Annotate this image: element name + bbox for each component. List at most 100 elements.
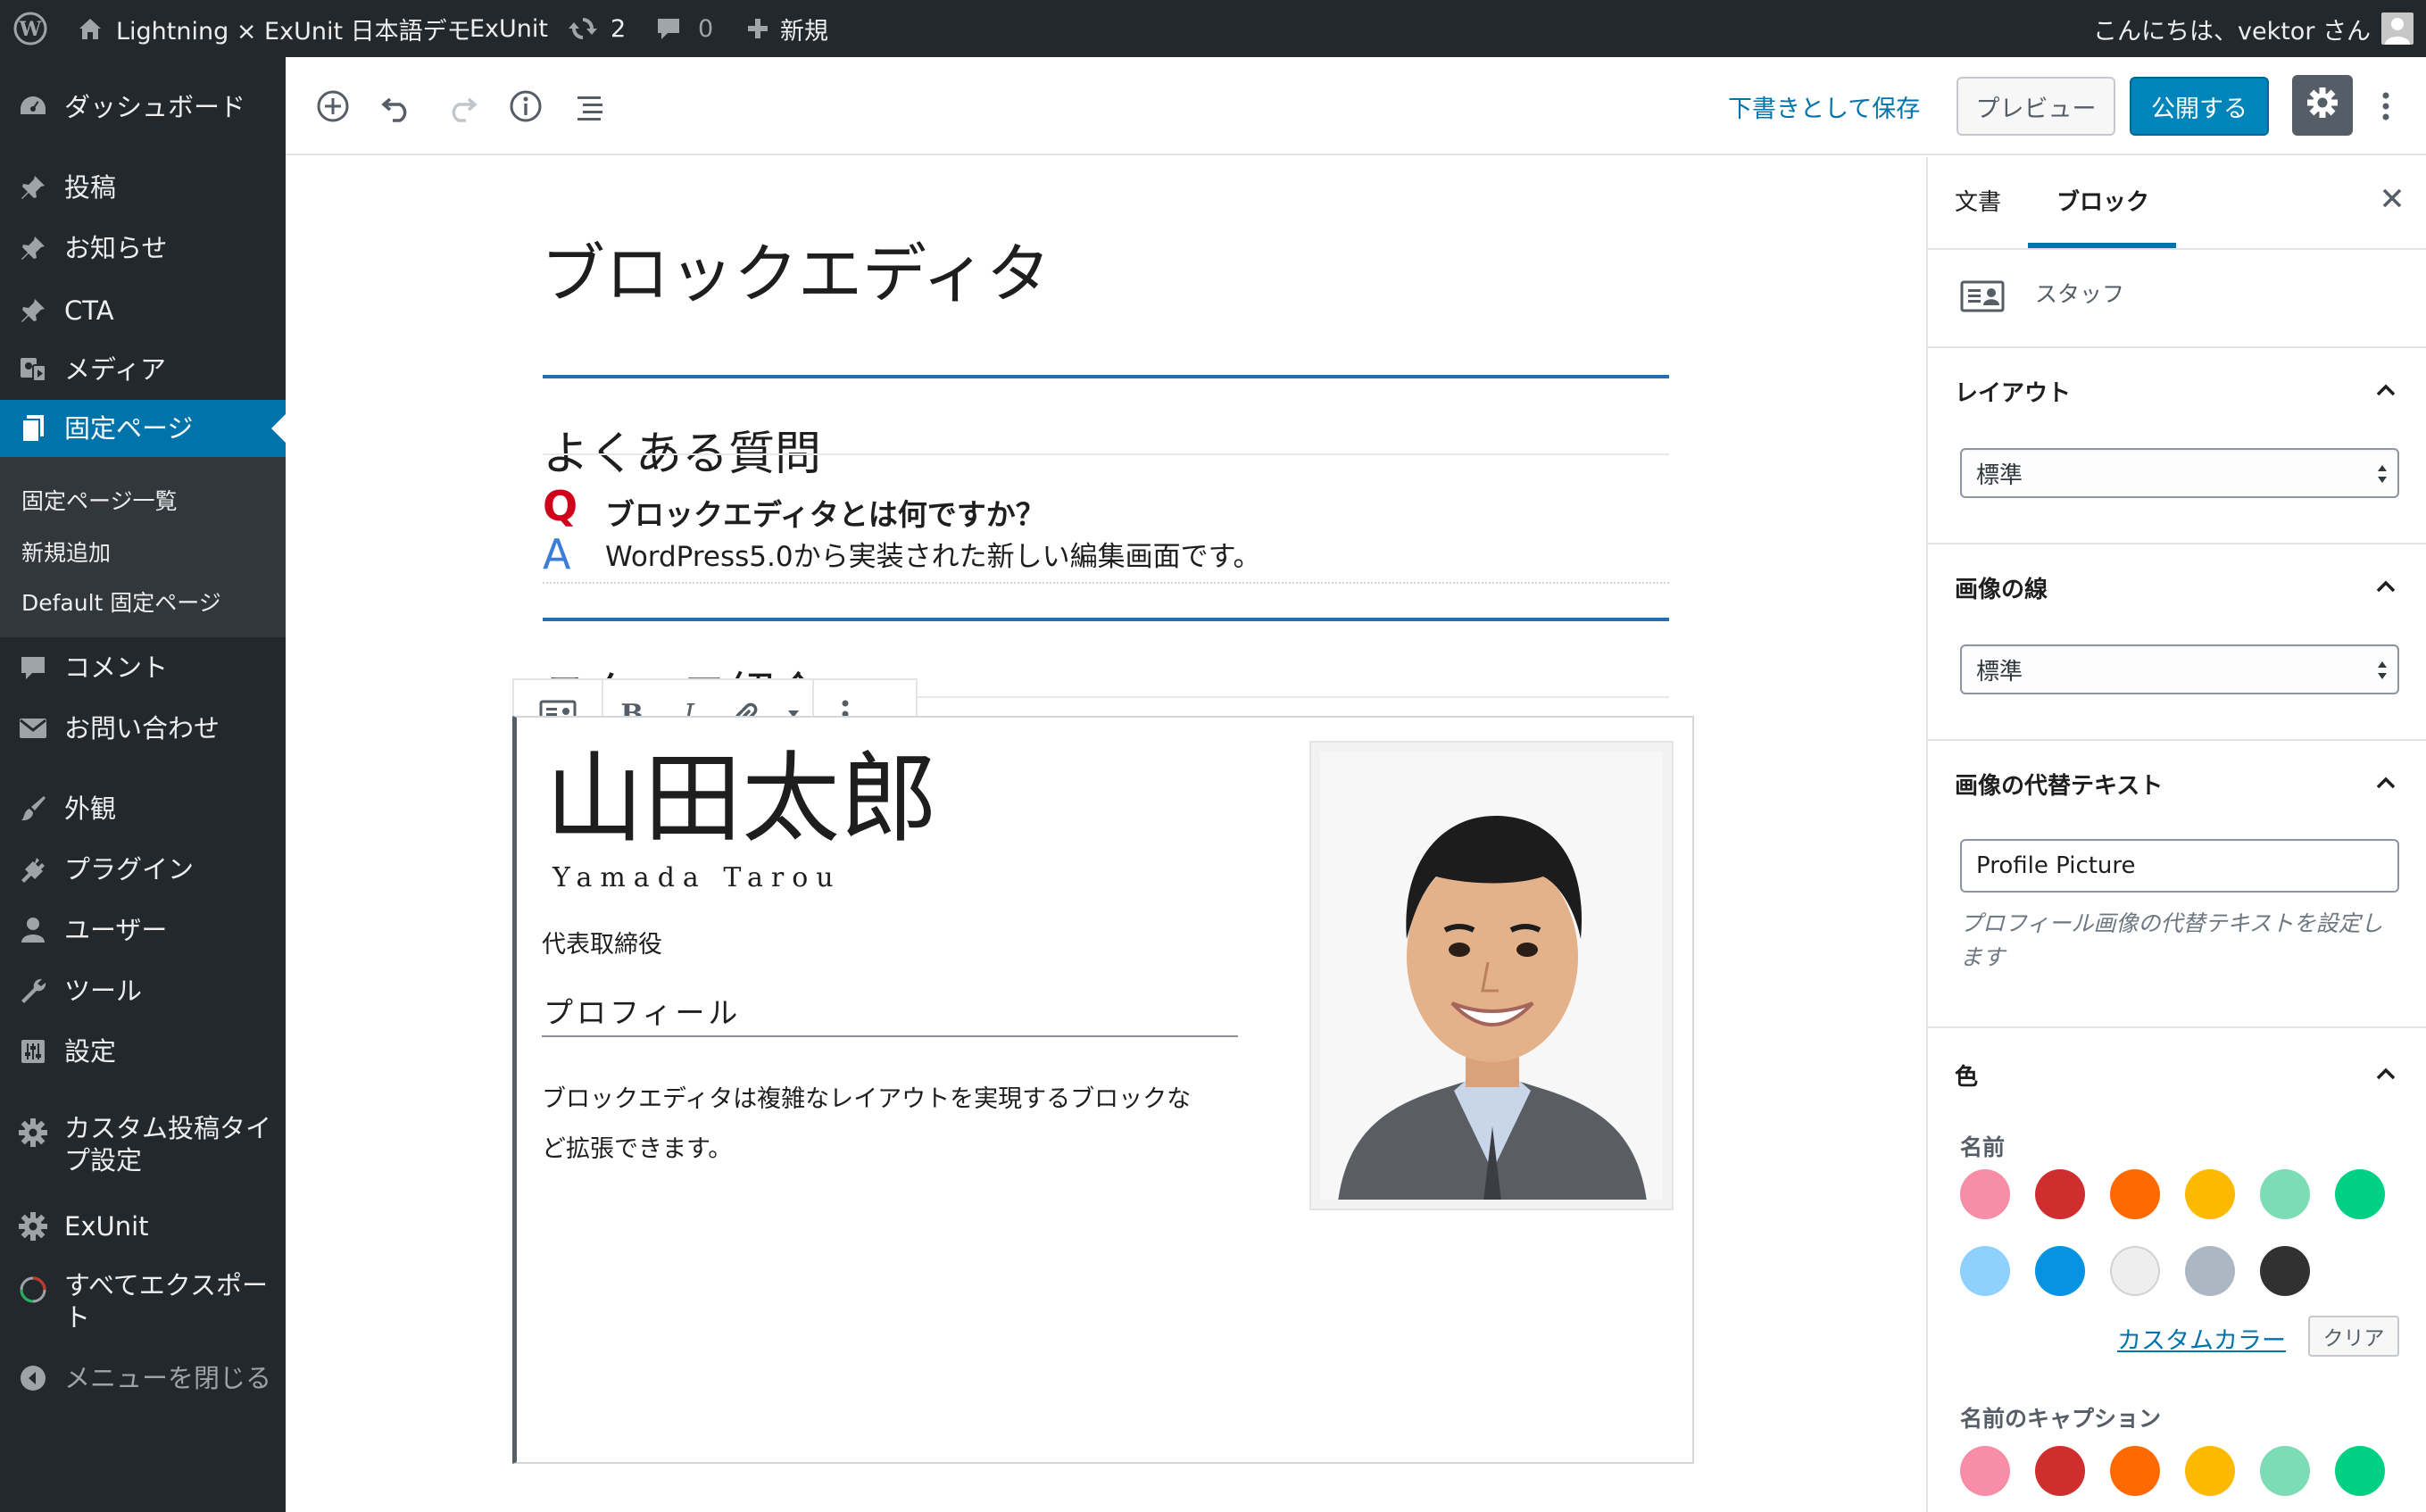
user-greeting[interactable]: こんにちは、vektor さん bbox=[2093, 0, 2371, 57]
add-block-plus-icon[interactable] bbox=[312, 86, 353, 127]
color-swatch[interactable] bbox=[2185, 1169, 2235, 1219]
profile-text[interactable]: ブロックエディタは複雑なレイアウトを実現するブロックな ど拡張できます。 bbox=[542, 1075, 1191, 1175]
staff-block[interactable]: 山田太郎 Yamada Tarou 代表取締役 プロフィール ブロックエディタは… bbox=[512, 716, 1694, 1464]
menu-item-exunit[interactable]: ExUnit bbox=[0, 1205, 286, 1248]
comments-link[interactable]: 0 bbox=[655, 0, 713, 57]
chevron-up-icon[interactable] bbox=[2372, 573, 2399, 600]
custom-color-link[interactable]: カスタムカラー bbox=[2117, 1321, 2286, 1356]
menu-item-users[interactable]: ユーザー bbox=[0, 909, 286, 951]
profile-text-line1: ブロックエディタは複雑なレイアウトを実現するブロックな bbox=[542, 1085, 1192, 1113]
pages-icon bbox=[16, 411, 50, 445]
alt-text-input[interactable]: Profile Picture bbox=[1960, 839, 2399, 893]
submenu-add-new[interactable]: 新規追加 bbox=[21, 536, 111, 568]
select-updown-icon bbox=[2376, 657, 2389, 690]
menu-label-export-all: すべてエクスポート bbox=[64, 1269, 268, 1333]
color-swatch[interactable] bbox=[2335, 1169, 2385, 1219]
tab-block[interactable]: ブロック bbox=[2056, 184, 2149, 217]
more-options-vertical-icon[interactable] bbox=[2365, 86, 2406, 127]
wordpress-logo-icon[interactable]: W bbox=[12, 0, 48, 57]
new-content-link[interactable]: 新規 bbox=[746, 0, 828, 57]
layout-panel-title[interactable]: レイアウト bbox=[1955, 375, 2071, 408]
submenu-all-pages[interactable]: 固定ページ一覧 bbox=[21, 484, 178, 516]
color-swatch[interactable] bbox=[1960, 1246, 2010, 1296]
color-swatch[interactable] bbox=[2035, 1446, 2085, 1496]
close-sidebar-icon[interactable] bbox=[2380, 186, 2405, 211]
menu-item-tools[interactable]: ツール bbox=[0, 969, 286, 1012]
menu-item-dashboard[interactable]: ダッシュボード bbox=[0, 86, 286, 129]
layout-panel-divider bbox=[1928, 543, 2426, 544]
collapse-menu-button[interactable]: メニューを閉じる bbox=[0, 1357, 286, 1400]
settings-toggle-button[interactable] bbox=[2292, 75, 2353, 136]
block-card-divider bbox=[1928, 346, 2426, 348]
menu-item-pages[interactable]: 固定ページ bbox=[0, 400, 286, 457]
color-swatch[interactable] bbox=[2035, 1169, 2085, 1219]
staff-role[interactable]: 代表取締役 bbox=[542, 925, 662, 960]
exunit-menu-link[interactable]: ExUnit bbox=[469, 0, 548, 57]
color-swatch[interactable] bbox=[2110, 1169, 2160, 1219]
menu-item-plugins[interactable]: プラグイン bbox=[0, 848, 286, 891]
media-icon bbox=[16, 353, 50, 386]
gear-icon bbox=[16, 1209, 50, 1243]
sliders-icon bbox=[16, 1034, 50, 1068]
menu-item-contact[interactable]: お問い合わせ bbox=[0, 707, 286, 750]
menu-item-comments[interactable]: コメント bbox=[0, 646, 286, 689]
info-icon[interactable] bbox=[505, 86, 546, 127]
menu-label-settings: 設定 bbox=[64, 1036, 117, 1067]
preview-button[interactable]: プレビュー bbox=[1957, 77, 2115, 136]
svg-text:W: W bbox=[19, 18, 42, 41]
profile-photo-frame[interactable] bbox=[1309, 741, 1674, 1210]
color-swatch[interactable] bbox=[1960, 1446, 2010, 1496]
profile-heading[interactable]: プロフィール bbox=[544, 989, 741, 1032]
menu-item-news[interactable]: お知らせ bbox=[0, 227, 286, 270]
menu-label-users: ユーザー bbox=[64, 915, 168, 945]
layout-select[interactable]: 標準 bbox=[1960, 448, 2399, 498]
menu-item-custom-post-type[interactable]: カスタム投稿タイ プ設定 bbox=[0, 1112, 286, 1180]
undo-icon[interactable] bbox=[377, 86, 418, 127]
menu-label-dashboard: ダッシュボード bbox=[64, 92, 246, 122]
clear-color-button[interactable]: クリア bbox=[2308, 1316, 2399, 1357]
color-swatch[interactable] bbox=[2260, 1446, 2310, 1496]
color-swatch[interactable] bbox=[2110, 1446, 2160, 1496]
chevron-up-icon[interactable] bbox=[2372, 769, 2399, 796]
pushpin-icon bbox=[16, 294, 50, 328]
save-draft-button[interactable]: 下書きとして保存 bbox=[1728, 86, 1920, 127]
color-swatch[interactable] bbox=[2185, 1246, 2235, 1296]
block-navigation-icon[interactable] bbox=[569, 86, 611, 127]
menu-label-export-line1: すべてエクスポー bbox=[64, 1270, 268, 1300]
collapse-arrow-icon bbox=[16, 1361, 50, 1395]
staff-name[interactable]: 山田太郎 bbox=[545, 741, 938, 857]
chevron-up-icon[interactable] bbox=[2372, 377, 2399, 403]
color-swatch[interactable] bbox=[2185, 1446, 2235, 1496]
image-border-select[interactable]: 標準 bbox=[1960, 644, 2399, 694]
site-name-link[interactable]: Lightning × ExUnit 日本語デモ bbox=[77, 0, 471, 57]
chevron-up-icon[interactable] bbox=[2372, 1060, 2399, 1087]
submenu-default-page[interactable]: Default 固定ページ bbox=[21, 586, 221, 618]
gear-icon bbox=[16, 1116, 50, 1150]
color-swatch[interactable] bbox=[2335, 1446, 2385, 1496]
staff-name-en[interactable]: Yamada Tarou bbox=[552, 862, 842, 893]
faq-answer[interactable]: WordPress5.0から実装された新しい編集画面です。 bbox=[605, 534, 1260, 574]
faq-question[interactable]: ブロックエディタとは何ですか？ bbox=[605, 491, 1045, 534]
page-title[interactable]: ブロックエディタ bbox=[541, 221, 1051, 315]
menu-item-appearance[interactable]: 外観 bbox=[0, 787, 286, 830]
color-swatch[interactable] bbox=[2035, 1246, 2085, 1296]
publish-button[interactable]: 公開する bbox=[2130, 77, 2269, 136]
menu-item-cta[interactable]: CTA bbox=[0, 289, 286, 332]
menu-item-export-all[interactable]: すべてエクスポート bbox=[0, 1269, 286, 1337]
menu-item-settings[interactable]: 設定 bbox=[0, 1030, 286, 1073]
menu-item-media[interactable]: メディア bbox=[0, 348, 286, 391]
color-swatch[interactable] bbox=[2110, 1246, 2160, 1296]
image-border-panel-title[interactable]: 画像の線 bbox=[1955, 571, 2048, 604]
alt-text-panel-title[interactable]: 画像の代替テキスト bbox=[1955, 768, 2163, 801]
updates-link[interactable]: 2 bbox=[568, 0, 626, 57]
color-swatch[interactable] bbox=[2260, 1169, 2310, 1219]
redo-icon[interactable] bbox=[441, 86, 482, 127]
color-swatch[interactable] bbox=[1960, 1169, 2010, 1219]
faq-heading[interactable]: よくある質問 bbox=[543, 416, 821, 483]
menu-item-posts[interactable]: 投稿 bbox=[0, 166, 286, 209]
avatar[interactable] bbox=[2381, 12, 2414, 45]
color-swatch[interactable] bbox=[2260, 1246, 2310, 1296]
tab-document[interactable]: 文書 bbox=[1955, 184, 2001, 217]
color-panel-title[interactable]: 色 bbox=[1955, 1059, 1978, 1092]
updates-count: 2 bbox=[611, 14, 627, 43]
